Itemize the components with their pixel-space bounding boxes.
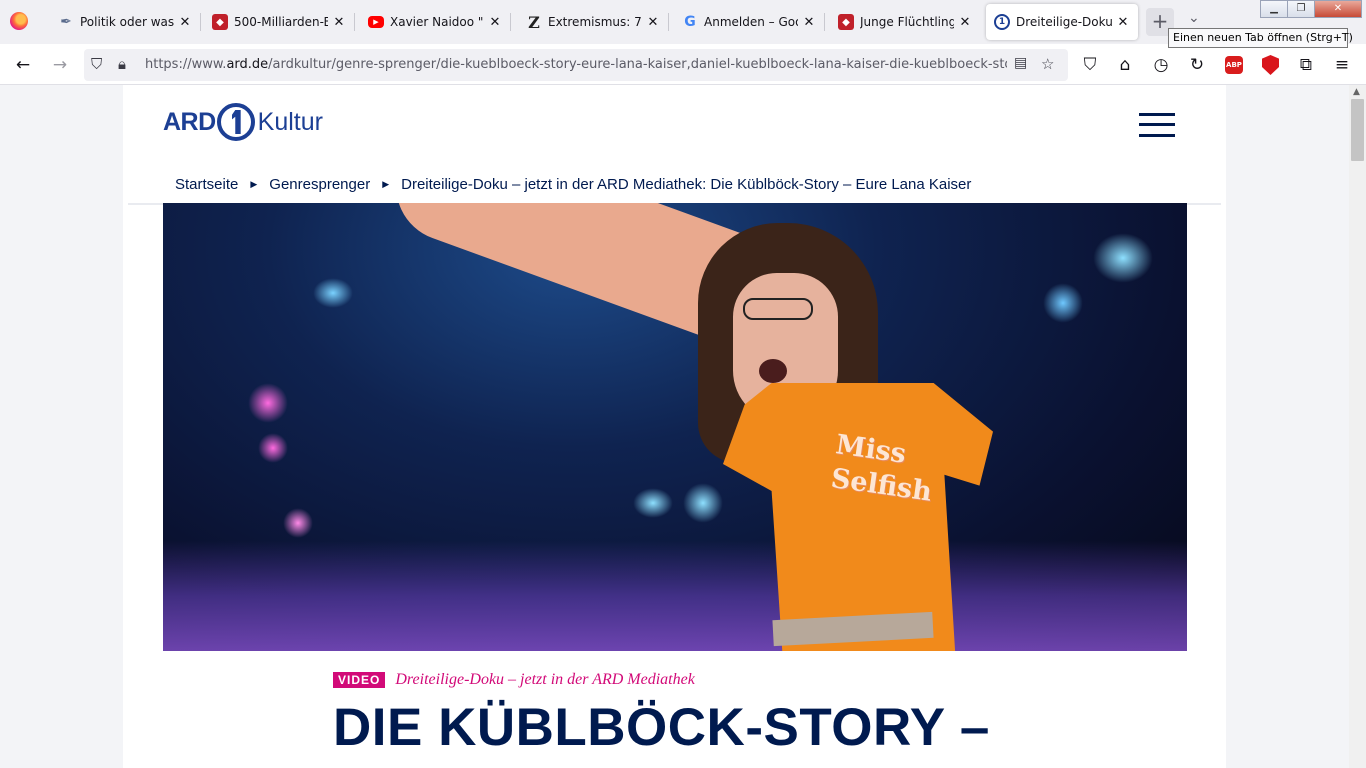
close-tab-icon[interactable]: ✕: [646, 15, 660, 30]
adblock-plus-icon[interactable]: ABP: [1225, 56, 1243, 74]
tab-divider: [510, 13, 511, 31]
reload-icon[interactable]: ↻: [1184, 52, 1210, 78]
tab-extremismus[interactable]: Z Extremismus: 750 D ✕: [518, 4, 668, 40]
extensions-icon[interactable]: ⧉: [1293, 52, 1319, 78]
tab-title: Junge Flüchtlinge l: [860, 15, 954, 29]
site-icon: ◆: [212, 14, 228, 30]
tab-title: Extremismus: 750 D: [548, 15, 642, 29]
close-tab-icon[interactable]: ✕: [332, 15, 346, 30]
tab-dreiteilige-doku[interactable]: 1 Dreiteilige-Doku – ✕: [986, 4, 1138, 40]
site-icon: ◆: [838, 14, 854, 30]
scroll-up-arrow-icon[interactable]: ▲: [1353, 87, 1360, 97]
tab-500-milliarden[interactable]: ◆ 500-Milliarden-Blu ✕: [204, 4, 354, 40]
ard-one-icon: [216, 103, 255, 141]
tab-divider: [824, 13, 825, 31]
breadcrumb: Startseite ▶ Genresprenger ▶ Dreiteilige…: [175, 176, 971, 193]
minimize-window-button[interactable]: ▁: [1260, 0, 1288, 18]
tab-title: Xavier Naidoo "Kin: [390, 15, 484, 29]
reader-view-icon[interactable]: ▤: [1014, 55, 1027, 71]
list-all-tabs-icon[interactable]: ⌄: [1188, 10, 1200, 26]
restore-window-button[interactable]: ❐: [1287, 0, 1315, 18]
url-bar[interactable]: ⛉ 🔒︎ https://www.ard.de/ardkultur/genre-…: [84, 49, 1068, 81]
tab-strip: ✒ Politik oder was je ✕ ◆ 500-Milliarden…: [0, 0, 1366, 48]
tab-xavier-naidoo[interactable]: ▶ Xavier Naidoo "Kin ✕: [360, 4, 510, 40]
tab-title: Anmelden – Googl: [704, 15, 798, 29]
tab-divider: [354, 13, 355, 31]
tracking-protection-icon[interactable]: ⛉: [91, 55, 102, 73]
tab-google-anmelden[interactable]: G Anmelden – Googl ✕: [674, 4, 824, 40]
tab-divider: [668, 13, 669, 31]
breadcrumb-arrow-icon: ▶: [382, 179, 390, 189]
quill-icon: ✒: [60, 14, 72, 30]
bookmark-star-icon[interactable]: ☆: [1041, 55, 1054, 73]
lock-icon[interactable]: 🔒︎: [118, 55, 126, 73]
history-icon[interactable]: ◷: [1148, 52, 1174, 78]
close-tab-icon[interactable]: ✕: [958, 15, 972, 30]
tab-title: 500-Milliarden-Blu: [234, 15, 328, 29]
logo-kultur-text: Kultur: [257, 107, 323, 136]
web-page-viewport: ARD Kultur Startseite ▶ Genresprenger ▶ …: [0, 85, 1349, 768]
tab-politik[interactable]: ✒ Politik oder was je ✕: [50, 4, 200, 40]
hamburger-menu-button[interactable]: [1139, 113, 1175, 137]
page-scrollbar[interactable]: ▲: [1349, 85, 1366, 768]
firefox-menu-icon[interactable]: [10, 12, 28, 30]
scroll-thumb[interactable]: [1351, 99, 1364, 161]
close-tab-icon[interactable]: ✕: [178, 15, 192, 30]
close-tab-icon[interactable]: ✕: [488, 15, 502, 30]
forward-button[interactable]: →: [47, 52, 73, 78]
ublock-icon[interactable]: [1262, 55, 1279, 75]
page-container: ARD Kultur Startseite ▶ Genresprenger ▶ …: [123, 85, 1226, 768]
tab-title: Dreiteilige-Doku –: [1016, 15, 1112, 29]
kicker-text: Dreiteilige-Doku – jetzt in der ARD Medi…: [395, 671, 695, 688]
ard-icon: 1: [994, 14, 1010, 30]
app-menu-icon[interactable]: ≡: [1329, 52, 1355, 78]
tab-divider: [200, 13, 201, 31]
zeit-icon: Z: [528, 12, 540, 32]
youtube-icon: ▶: [368, 16, 384, 28]
close-tab-icon[interactable]: ✕: [802, 15, 816, 30]
breadcrumb-current-page: Dreiteilige-Doku – jetzt in der ARD Medi…: [401, 176, 972, 193]
google-icon: G: [684, 14, 696, 30]
new-tab-tooltip: Einen neuen Tab öffnen (Strg+T): [1168, 28, 1353, 48]
shirt-print: Miss Selfish: [829, 429, 934, 508]
home-icon[interactable]: ⌂: [1112, 52, 1138, 78]
hero-image: Miss Selfish: [163, 203, 1187, 651]
close-window-button[interactable]: ✕: [1314, 0, 1362, 18]
tab-junge-fluechtlinge[interactable]: ◆ Junge Flüchtlinge l ✕: [830, 4, 980, 40]
article-kicker: VIDEO Dreiteilige-Doku – jetzt in der AR…: [333, 671, 695, 689]
tab-title: Politik oder was je: [80, 15, 174, 29]
breadcrumb-arrow-icon: ▶: [250, 179, 258, 189]
video-badge: VIDEO: [333, 672, 386, 688]
close-tab-icon[interactable]: ✕: [1116, 15, 1130, 30]
article-headline: DIE KÜBLBÖCK-STORY –: [333, 698, 990, 757]
logo-ard-text: ARD: [163, 107, 216, 136]
breadcrumb-genresprenger[interactable]: Genresprenger: [269, 176, 370, 193]
navigation-toolbar: ← → ⛉ 🔒︎ https://www.ard.de/ardkultur/ge…: [0, 44, 1366, 85]
back-button[interactable]: ←: [10, 52, 36, 78]
pocket-icon[interactable]: ⛉: [1077, 52, 1103, 78]
url-text[interactable]: https://www.ard.de/ardkultur/genre-spren…: [145, 57, 1007, 72]
breadcrumb-startseite[interactable]: Startseite: [175, 176, 238, 193]
ard-kultur-logo[interactable]: ARD Kultur: [163, 103, 323, 141]
